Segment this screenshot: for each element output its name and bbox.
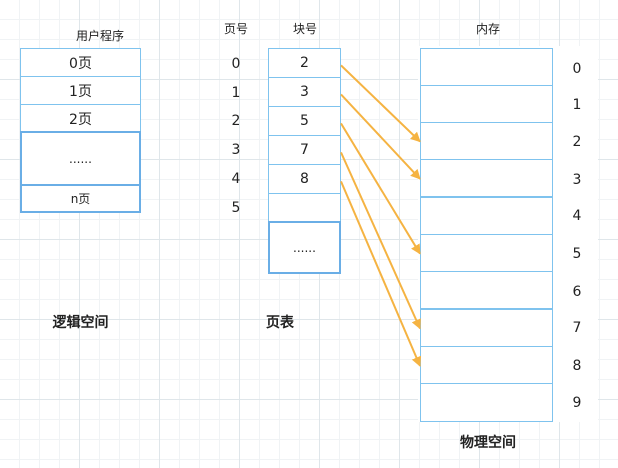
mapping-arrow-page-0-to-frame-2 xyxy=(340,64,421,143)
mapping-arrow-page-1-to-frame-3 xyxy=(340,93,421,180)
mapping-arrow-page-3-to-frame-7 xyxy=(340,151,421,330)
mapping-arrows xyxy=(340,64,422,367)
mapping-arrow-page-4-to-frame-8 xyxy=(340,181,422,367)
mapping-arrow-page-2-to-frame-5 xyxy=(340,122,421,255)
